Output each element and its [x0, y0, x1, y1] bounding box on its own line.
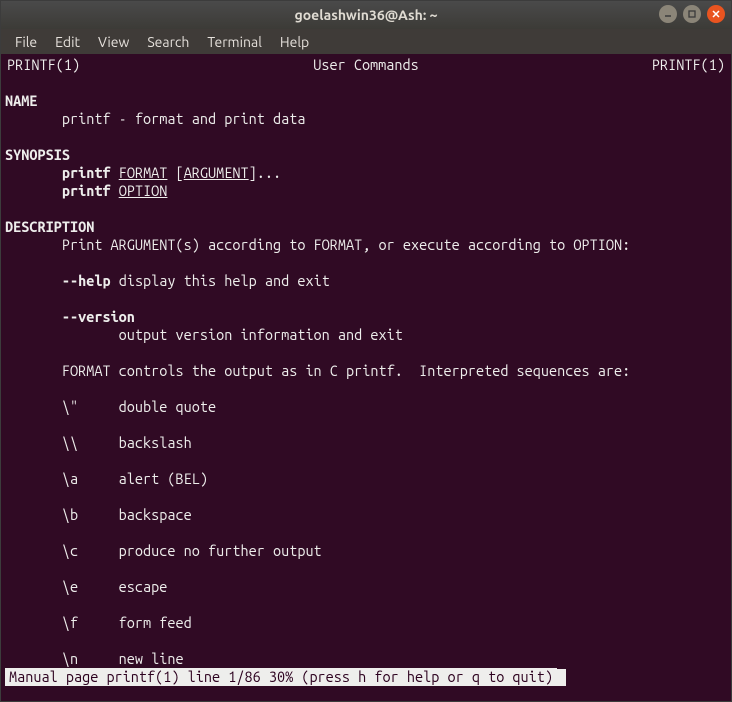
- opt-version-text-line: output version information and exit: [1, 326, 731, 344]
- menu-search[interactable]: Search: [139, 32, 197, 52]
- synopsis-cmd: printf: [62, 164, 111, 181]
- close-button[interactable]: [707, 5, 725, 23]
- maximize-button[interactable]: [683, 5, 701, 23]
- synopsis-option-arg: OPTION: [119, 182, 168, 199]
- minimize-button[interactable]: [659, 5, 677, 23]
- blank-line: [1, 632, 731, 650]
- titlebar[interactable]: goelashwin36@Ash: ~: [1, 1, 731, 29]
- opt-help-line: --help display this help and exit: [1, 272, 731, 290]
- indent: [5, 164, 62, 181]
- synopsis-line-1: printf FORMAT [ARGUMENT]...: [1, 164, 731, 182]
- cursor: [557, 669, 566, 686]
- synopsis-line-2: printf OPTION: [1, 182, 731, 200]
- opt-version-flag-line: --version: [1, 308, 731, 326]
- indent: [5, 182, 62, 199]
- window-controls: [659, 5, 725, 23]
- terminal-viewport[interactable]: PRINTF(1) User Commands PRINTF(1) NAME p…: [1, 54, 731, 701]
- man-status-bar: Manual page printf(1) line 1/86 30% (pre…: [5, 668, 557, 686]
- blank-line: [1, 74, 731, 92]
- menu-view[interactable]: View: [90, 32, 137, 52]
- sequence-line: \c produce no further output: [1, 542, 731, 560]
- blank-line: [1, 560, 731, 578]
- sequence-line: \a alert (BEL): [1, 470, 731, 488]
- desc-line-1: Print ARGUMENT(s) according to FORMAT, o…: [1, 236, 731, 254]
- bracket-open: [: [167, 164, 183, 181]
- menu-file[interactable]: File: [7, 32, 45, 52]
- blank-line: [1, 380, 731, 398]
- man-header-left: PRINTF(1): [7, 56, 80, 74]
- synopsis-format-arg: FORMAT: [119, 164, 168, 181]
- blank-line: [1, 344, 731, 362]
- menubar: File Edit View Search Terminal Help: [1, 29, 731, 54]
- section-name-line: printf - format and print data: [1, 110, 731, 128]
- section-description-heading: DESCRIPTION: [1, 218, 731, 236]
- blank-line: [1, 596, 731, 614]
- blank-line: [1, 290, 731, 308]
- bracket-close: ]...: [249, 164, 281, 181]
- man-header-right: PRINTF(1): [652, 56, 725, 74]
- sequence-line: \n new line: [1, 650, 731, 668]
- status-line-wrap: Manual page printf(1) line 1/86 30% (pre…: [1, 668, 731, 686]
- blank-line: [1, 524, 731, 542]
- blank-line: [1, 254, 731, 272]
- help-text: display this help and exit: [111, 272, 330, 289]
- section-synopsis-heading: SYNOPSIS: [1, 146, 731, 164]
- sequence-line: \" double quote: [1, 398, 731, 416]
- terminal-window: goelashwin36@Ash: ~ File Edit View Searc…: [0, 0, 732, 702]
- man-header: PRINTF(1) User Commands PRINTF(1): [1, 56, 731, 74]
- version-flag: --version: [62, 308, 135, 325]
- menu-edit[interactable]: Edit: [47, 32, 88, 52]
- section-name-heading: NAME: [1, 92, 731, 110]
- synopsis-argument-arg: ARGUMENT: [184, 164, 249, 181]
- man-header-center: User Commands: [313, 56, 419, 74]
- sequence-line: \b backspace: [1, 506, 731, 524]
- sequences-list: \" double quote \\ backslash \a alert (B…: [1, 380, 731, 668]
- sequence-line: \e escape: [1, 578, 731, 596]
- help-flag: --help: [62, 272, 111, 289]
- window-title: goelashwin36@Ash: ~: [1, 7, 731, 23]
- blank-line: [1, 416, 731, 434]
- blank-line: [1, 128, 731, 146]
- blank-line: [1, 452, 731, 470]
- blank-line: [1, 488, 731, 506]
- menu-help[interactable]: Help: [272, 32, 317, 52]
- menu-terminal[interactable]: Terminal: [199, 32, 270, 52]
- synopsis-cmd: printf: [62, 182, 111, 199]
- blank-line: [1, 200, 731, 218]
- sequence-line: \\ backslash: [1, 434, 731, 452]
- format-controls-line: FORMAT controls the output as in C print…: [1, 362, 731, 380]
- sequence-line: \f form feed: [1, 614, 731, 632]
